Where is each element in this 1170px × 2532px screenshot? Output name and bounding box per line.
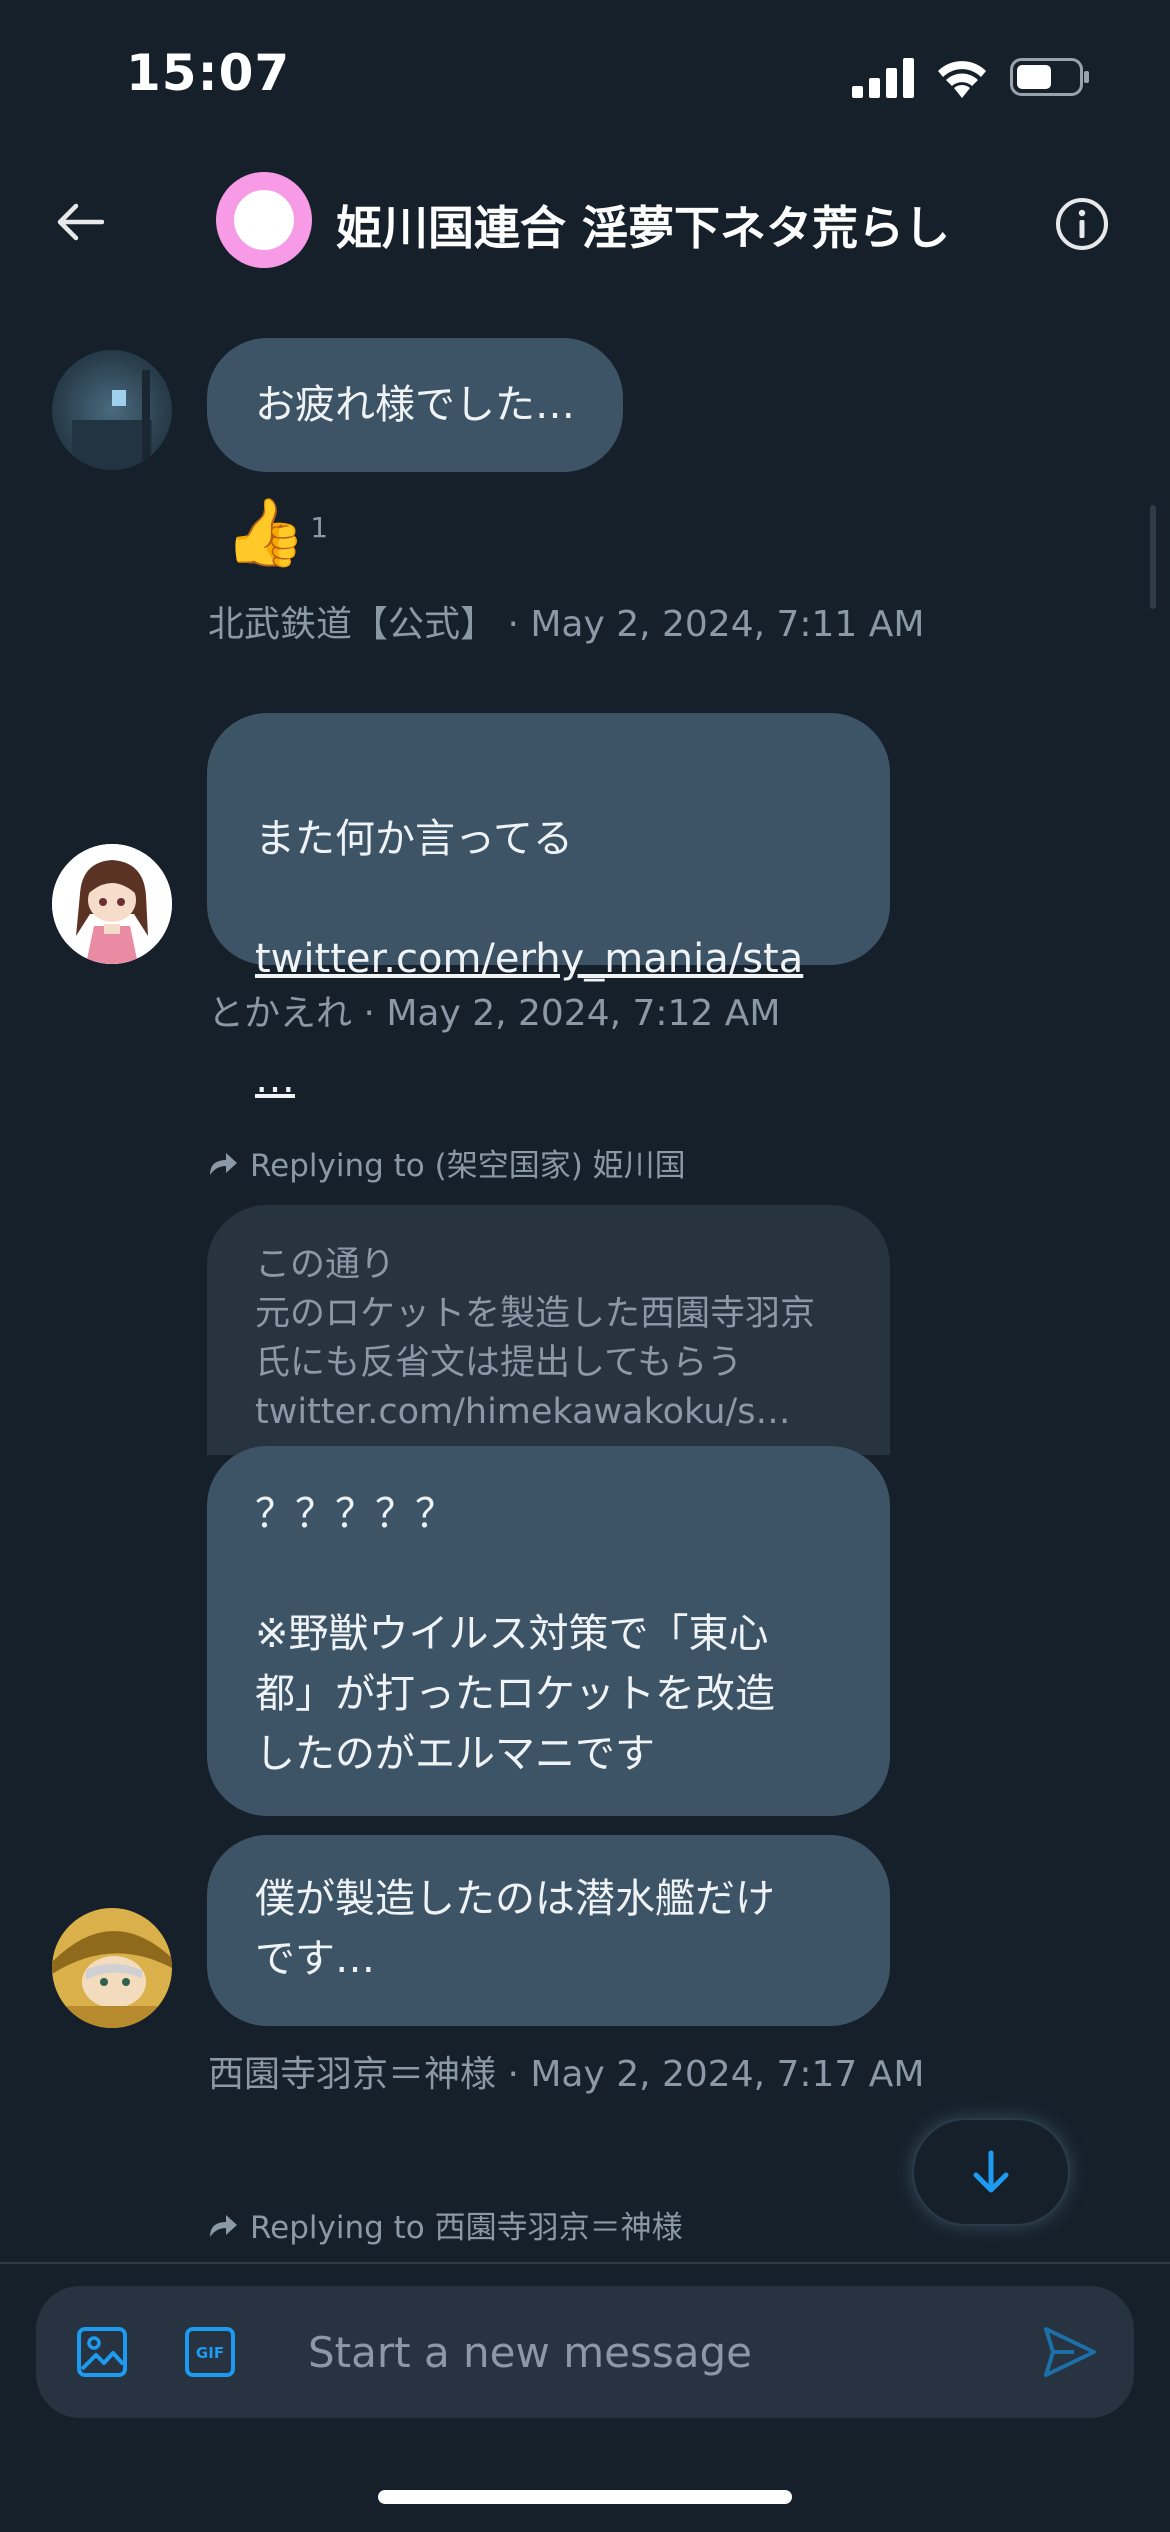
image-icon[interactable]: [76, 2326, 128, 2378]
group-avatar-inner: [234, 190, 294, 250]
message-meta: 北武鉄道【公式】 · May 2, 2024, 7:11 AM: [208, 604, 925, 645]
send-icon[interactable]: [1042, 2324, 1098, 2380]
reply-context[interactable]: Replying to (架空国家) 姫川国: [208, 1140, 686, 1185]
status-bar: 15:07: [0, 0, 1170, 150]
arrow-left-icon: [57, 203, 104, 241]
message-bubble[interactable]: 僕が製造したのは潜水艦だけ です…: [207, 1835, 890, 2026]
scroll-to-bottom-button[interactable]: [912, 2118, 1070, 2226]
message-bubble[interactable]: また何か言ってる twitter.com/erhy_mania/sta …: [207, 713, 890, 1102]
quoted-message[interactable]: この通り 元のロケットを製造した西園寺羽京 氏にも反省文は提出してもらう twi…: [207, 1205, 890, 1455]
message-meta: とかえれ · May 2, 2024, 7:12 AM: [208, 993, 781, 1034]
reaction-count: 1: [310, 511, 329, 544]
reply-context[interactable]: Replying to 西園寺羽京＝神様: [208, 2202, 683, 2247]
arrow-down-icon: [973, 2150, 1009, 2193]
reply-arrow-icon: [210, 2214, 237, 2237]
message-bubble[interactable]: ？？？？？ ※野獣ウイルス対策で「東心 都」が打ったロケットを改造 したのがエル…: [207, 1446, 890, 1816]
wifi-icon: [938, 61, 986, 98]
info-icon[interactable]: [1054, 196, 1110, 252]
avatar[interactable]: [52, 350, 172, 470]
message-composer: GIF: [36, 2286, 1134, 2418]
message-text: また何か言ってる: [255, 816, 573, 862]
message-meta: 西園寺羽京＝神様 · May 2, 2024, 7:17 AM: [208, 2054, 925, 2095]
reply-arrow-icon: [210, 1152, 237, 1175]
cellular-signal-icon: [852, 58, 914, 98]
reply-context-text: Replying to 西園寺羽京＝神様: [250, 2210, 683, 2246]
battery-icon: [1010, 58, 1089, 96]
svg-text:GIF: GIF: [196, 2344, 224, 2362]
message-link[interactable]: twitter.com/erhy_mania/sta: [255, 936, 803, 982]
message-reaction[interactable]: 👍 1: [224, 495, 328, 571]
group-avatar[interactable]: [216, 172, 312, 268]
reply-context-text: Replying to (架空国家) 姫川国: [250, 1148, 686, 1184]
message-bubble[interactable]: お疲れ様でした…: [207, 338, 623, 472]
dm-conversation-screen: 15:07 姫川国連合 淫夢下ネタ荒らし お疲れ様でした… 👍 1 北武鉄道【公…: [0, 0, 1170, 2532]
conversation-title[interactable]: 姫川国連合 淫夢下ネタ荒らし: [336, 192, 950, 258]
message-input[interactable]: [308, 2316, 1008, 2388]
home-indicator[interactable]: [378, 2490, 792, 2504]
status-time: 15:07: [126, 44, 291, 102]
avatar[interactable]: [52, 844, 172, 964]
conversation-header: 姫川国連合 淫夢下ネタ荒らし: [0, 150, 1170, 295]
message-link-ellipsis[interactable]: …: [255, 1056, 295, 1102]
avatar[interactable]: [52, 1908, 172, 2028]
composer-divider: [0, 2262, 1170, 2264]
back-button[interactable]: [48, 190, 112, 254]
thumbs-up-icon: 👍: [224, 494, 307, 571]
scrollbar-thumb[interactable]: [1150, 505, 1156, 609]
gif-icon[interactable]: GIF: [184, 2326, 236, 2378]
